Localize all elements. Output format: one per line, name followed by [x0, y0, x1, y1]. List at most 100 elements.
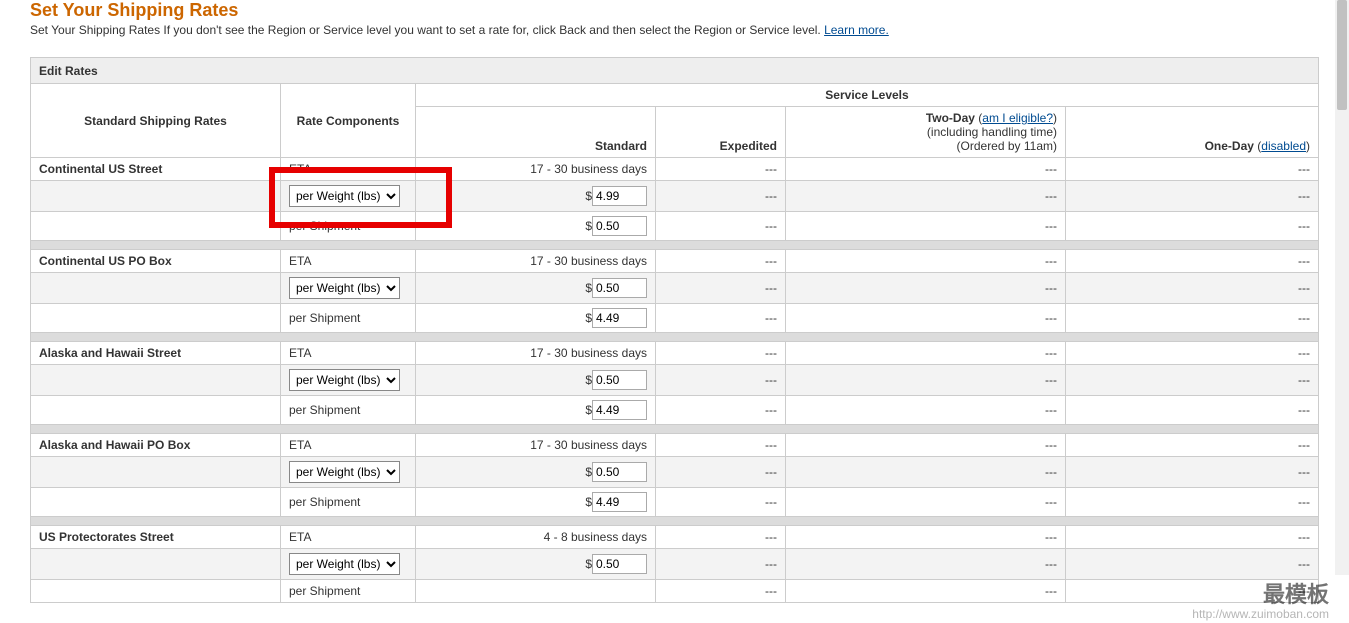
region-blank	[31, 488, 281, 517]
table-row: Alaska and Hawaii StreetETA17 - 30 busin…	[31, 342, 1319, 365]
region-blank	[31, 304, 281, 333]
two-day-label: Two-Day	[926, 111, 975, 125]
scrollbar[interactable]	[1335, 0, 1349, 575]
component-per-weight: per Weight (lbs)	[281, 181, 416, 212]
two-day-line2: (including handling time)	[927, 125, 1057, 139]
oneday-value: ---	[1066, 396, 1319, 425]
twoday-value: ---	[786, 580, 1066, 603]
region-blank	[31, 365, 281, 396]
component-per-weight: per Weight (lbs)	[281, 273, 416, 304]
twoday-value: ---	[786, 526, 1066, 549]
table-row: per Shipment---------	[31, 580, 1319, 603]
spacer-row	[31, 241, 1319, 250]
region-name: Alaska and Hawaii Street	[31, 342, 281, 365]
table-row: US Protectorates StreetETA4 - 8 business…	[31, 526, 1319, 549]
region-name: Continental US Street	[31, 158, 281, 181]
component-per-shipment: per Shipment	[281, 396, 416, 425]
table-row: per Weight (lbs)$---------	[31, 181, 1319, 212]
one-day-disabled-link[interactable]: disabled	[1261, 139, 1306, 153]
watermark-url: http://www.zuimoban.com	[1192, 607, 1329, 621]
table-row: per Shipment$---------	[31, 396, 1319, 425]
expedited-value: ---	[656, 457, 786, 488]
standard-weight-value: $	[416, 273, 656, 304]
col-rate-components: Rate Components	[281, 84, 416, 158]
standard-shipment-value: $	[416, 212, 656, 241]
col-service-levels: Service Levels	[416, 84, 1319, 107]
component-eta: ETA	[281, 342, 416, 365]
oneday-value: ---	[1066, 212, 1319, 241]
col-standard-shipping-rates: Standard Shipping Rates	[31, 84, 281, 158]
standard-shipment-input[interactable]	[592, 216, 647, 236]
learn-more-link[interactable]: Learn more.	[824, 23, 889, 37]
oneday-value: ---	[1066, 365, 1319, 396]
table-row: per Weight (lbs)$---------	[31, 273, 1319, 304]
region-blank	[31, 181, 281, 212]
oneday-value: ---	[1066, 434, 1319, 457]
region-name: US Protectorates Street	[31, 526, 281, 549]
expedited-value: ---	[656, 304, 786, 333]
standard-shipment-input[interactable]	[592, 492, 647, 512]
twoday-value: ---	[786, 396, 1066, 425]
eta-value: 17 - 30 business days	[416, 342, 656, 365]
oneday-value: ---	[1066, 457, 1319, 488]
standard-shipment-input[interactable]	[592, 400, 647, 420]
spacer-row	[31, 425, 1319, 434]
standard-shipment-input[interactable]	[592, 308, 647, 328]
col-standard: Standard	[416, 107, 656, 158]
standard-weight-value: $	[416, 181, 656, 212]
per-weight-select[interactable]: per Weight (lbs)	[289, 369, 400, 391]
standard-weight-input[interactable]	[592, 278, 647, 298]
scrollbar-thumb[interactable]	[1337, 0, 1347, 110]
oneday-value: ---	[1066, 273, 1319, 304]
expedited-value: ---	[656, 158, 786, 181]
region-blank	[31, 396, 281, 425]
eta-value: 17 - 30 business days	[416, 434, 656, 457]
per-weight-select[interactable]: per Weight (lbs)	[289, 185, 400, 207]
table-row: per Weight (lbs)$---------	[31, 365, 1319, 396]
region-blank	[31, 273, 281, 304]
standard-weight-value: $	[416, 365, 656, 396]
twoday-value: ---	[786, 365, 1066, 396]
twoday-value: ---	[786, 273, 1066, 304]
standard-weight-input[interactable]	[592, 554, 647, 574]
spacer-row	[31, 517, 1319, 526]
standard-weight-input[interactable]	[592, 186, 647, 206]
twoday-value: ---	[786, 212, 1066, 241]
eta-value: 17 - 30 business days	[416, 158, 656, 181]
spacer-row	[31, 333, 1319, 342]
standard-weight-input[interactable]	[592, 370, 647, 390]
component-per-weight: per Weight (lbs)	[281, 457, 416, 488]
twoday-value: ---	[786, 181, 1066, 212]
expedited-value: ---	[656, 396, 786, 425]
oneday-value: ---	[1066, 342, 1319, 365]
expedited-value: ---	[656, 434, 786, 457]
oneday-value: ---	[1066, 250, 1319, 273]
per-weight-select[interactable]: per Weight (lbs)	[289, 277, 400, 299]
watermark-text: 最模板	[1263, 577, 1329, 609]
region-name: Continental US PO Box	[31, 250, 281, 273]
component-eta: ETA	[281, 434, 416, 457]
table-row: per Shipment$---------	[31, 212, 1319, 241]
standard-shipment-value: $	[416, 304, 656, 333]
one-day-label: One-Day	[1205, 139, 1254, 153]
per-weight-select[interactable]: per Weight (lbs)	[289, 553, 400, 575]
component-per-weight: per Weight (lbs)	[281, 365, 416, 396]
twoday-value: ---	[786, 488, 1066, 517]
two-day-eligible-link[interactable]: am I eligible?	[982, 111, 1053, 125]
rates-table: Edit Rates Standard Shipping Rates Rate …	[30, 57, 1319, 603]
edit-rates-header: Edit Rates	[31, 58, 1319, 84]
expedited-value: ---	[656, 181, 786, 212]
region-blank	[31, 212, 281, 241]
per-weight-select[interactable]: per Weight (lbs)	[289, 461, 400, 483]
standard-weight-input[interactable]	[592, 462, 647, 482]
component-eta: ETA	[281, 158, 416, 181]
expedited-value: ---	[656, 365, 786, 396]
eta-value: 17 - 30 business days	[416, 250, 656, 273]
twoday-value: ---	[786, 158, 1066, 181]
expedited-value: ---	[656, 273, 786, 304]
edit-rates-label: Edit Rates	[31, 58, 1319, 84]
component-eta: ETA	[281, 526, 416, 549]
two-day-line3: (Ordered by 11am)	[957, 139, 1057, 153]
standard-shipment-value	[416, 580, 656, 603]
table-row: Continental US StreetETA17 - 30 business…	[31, 158, 1319, 181]
